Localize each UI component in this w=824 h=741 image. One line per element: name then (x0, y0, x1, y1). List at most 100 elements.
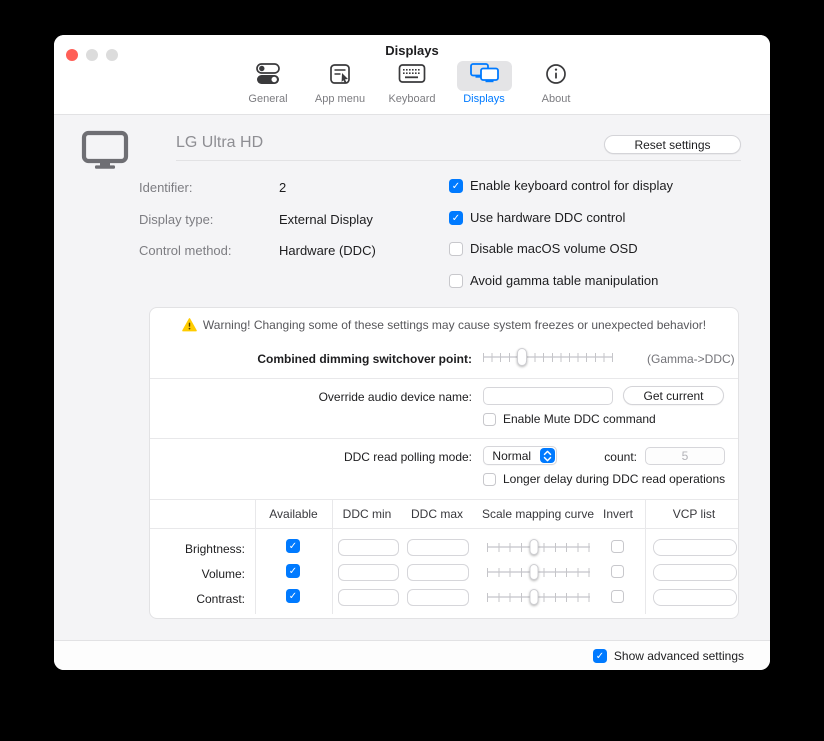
tab-general[interactable]: General (237, 61, 299, 105)
curve-slider[interactable] (487, 539, 590, 555)
advanced-settings-panel: Warning! Changing some of these settings… (149, 307, 739, 619)
col-header-ddc-max: DDC max (404, 507, 470, 521)
vcp-list-input[interactable] (653, 564, 737, 581)
count-label: count: (570, 450, 637, 464)
audio-name-label: Override audio device name: (150, 390, 472, 404)
checkbox[interactable] (449, 274, 463, 288)
warning-text: Warning! Changing some of these settings… (203, 318, 706, 332)
col-header-ddc-min: DDC min (334, 507, 400, 521)
col-header-invert: Invert (594, 507, 642, 521)
get-current-button[interactable]: Get current (623, 386, 724, 405)
vcp-list-input[interactable] (653, 589, 737, 606)
option-avoid-gamma[interactable]: Avoid gamma table manipulation (449, 273, 658, 288)
ddc-min-input[interactable] (338, 564, 399, 581)
audio-name-input[interactable] (483, 387, 613, 405)
ddc-min-input[interactable] (338, 539, 399, 556)
count-input[interactable] (645, 447, 725, 465)
invert-checkbox[interactable] (611, 565, 624, 578)
option-label: Use hardware DDC control (470, 210, 625, 225)
tab-label: General (248, 93, 287, 105)
display-type-label: Display type: (139, 212, 213, 227)
checkbox[interactable] (483, 473, 496, 486)
keyboard-icon (398, 63, 426, 89)
selected-option: Normal (484, 449, 540, 463)
dimming-slider[interactable] (483, 348, 613, 366)
col-header-available: Available (257, 507, 330, 521)
available-checkbox[interactable] (286, 539, 300, 553)
vcp-list-input[interactable] (653, 539, 737, 556)
polling-mode-label: DDC read polling mode: (150, 450, 472, 464)
dimming-suffix: (Gamma->DDC) (647, 352, 735, 366)
col-header-vcp: VCP list (654, 507, 734, 521)
divider (150, 528, 738, 529)
checkbox[interactable] (449, 179, 463, 193)
tab-displays[interactable]: Displays (453, 61, 515, 105)
invert-checkbox[interactable] (611, 540, 624, 553)
tab-label: About (542, 93, 571, 105)
info-icon (545, 63, 567, 90)
row-label: Volume: (150, 567, 245, 581)
option-hardware-ddc[interactable]: Use hardware DDC control (449, 210, 625, 225)
toolbar: General App menu (54, 61, 770, 105)
curve-slider[interactable] (487, 564, 590, 580)
ddc-max-input[interactable] (407, 539, 469, 556)
row-label: Contrast: (150, 592, 245, 606)
app-window: Displays General (54, 35, 770, 670)
reset-settings-button[interactable]: Reset settings (604, 135, 741, 154)
invert-checkbox[interactable] (611, 590, 624, 603)
ddc-max-input[interactable] (407, 564, 469, 581)
control-method-label: Control method: (139, 243, 232, 258)
longer-delay-option[interactable]: Longer delay during DDC read operations (483, 472, 725, 486)
tab-label: Keyboard (388, 93, 435, 105)
ddc-min-input[interactable] (338, 589, 399, 606)
option-keyboard-control[interactable]: Enable keyboard control for display (449, 178, 673, 193)
column-divider (645, 499, 646, 614)
option-label: Longer delay during DDC read operations (503, 472, 725, 486)
warning-row: Warning! Changing some of these settings… (150, 318, 738, 332)
monitor-icon (81, 130, 129, 175)
checkbox[interactable] (449, 242, 463, 256)
divider (150, 499, 738, 500)
col-header-curve: Scale mapping curve (472, 507, 604, 521)
tab-keyboard[interactable]: Keyboard (381, 61, 443, 105)
footer-bar: Show advanced settings (54, 640, 770, 670)
checkbox[interactable] (449, 211, 463, 225)
menu-cursor-icon (328, 62, 352, 91)
tab-label: App menu (315, 93, 365, 105)
divider (176, 160, 741, 161)
display-type-value: External Display (279, 212, 373, 227)
window-title: Displays (54, 43, 770, 58)
warning-icon (182, 318, 197, 332)
row-label: Brightness: (150, 542, 245, 556)
ddc-max-input[interactable] (407, 589, 469, 606)
tab-app-menu[interactable]: App menu (309, 61, 371, 105)
option-label: Enable keyboard control for display (470, 178, 673, 193)
slider-knob[interactable] (530, 589, 539, 605)
checkbox[interactable] (483, 413, 496, 426)
available-checkbox[interactable] (286, 589, 300, 603)
slider-knob[interactable] (530, 539, 539, 555)
polling-mode-select[interactable]: Normal (483, 446, 557, 465)
available-checkbox[interactable] (286, 564, 300, 578)
column-divider (255, 499, 256, 614)
option-disable-osd[interactable]: Disable macOS volume OSD (449, 241, 638, 256)
slider-knob[interactable] (517, 348, 527, 366)
show-advanced-checkbox[interactable] (593, 649, 607, 663)
dimming-label: Combined dimming switchover point: (150, 352, 472, 366)
show-advanced-label: Show advanced settings (614, 649, 744, 663)
curve-slider[interactable] (487, 589, 590, 605)
control-method-value: Hardware (DDC) (279, 243, 376, 258)
divider (150, 438, 738, 439)
mute-ddc-option[interactable]: Enable Mute DDC command (483, 412, 656, 426)
column-divider (332, 499, 333, 614)
toggles-icon (255, 62, 281, 91)
tab-label: Displays (463, 93, 505, 105)
identifier-value: 2 (279, 180, 286, 195)
slider-knob[interactable] (530, 564, 539, 580)
option-label: Avoid gamma table manipulation (470, 273, 658, 288)
option-label: Enable Mute DDC command (503, 412, 656, 426)
display-name: LG Ultra HD (176, 134, 263, 152)
displays-icon (469, 62, 500, 90)
divider (150, 378, 738, 379)
tab-about[interactable]: About (525, 61, 587, 105)
